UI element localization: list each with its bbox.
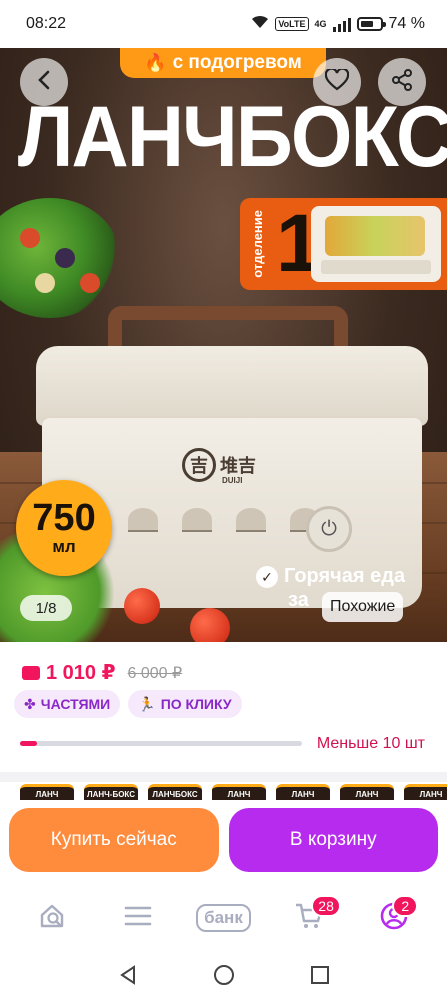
power-button-icon: ⏻ xyxy=(306,506,352,552)
compartment-banner: отделение 1 xyxy=(240,198,447,290)
current-price: 1 010 ₽ xyxy=(46,662,116,684)
battery-icon xyxy=(356,17,386,31)
tab-catalog[interactable] xyxy=(108,893,168,943)
product-image-carousel[interactable]: 🔥 с подогревом ЛАНЧБОКС отделение 1 吉堆吉 … xyxy=(0,48,447,642)
price-row: 1 010 ₽ 6 000 ₽ xyxy=(22,660,182,685)
favorite-button[interactable] xyxy=(313,58,361,106)
system-nav-bar xyxy=(0,956,447,1000)
stock-label: Меньше 10 шт xyxy=(316,735,425,752)
running-icon: 🏃 xyxy=(138,695,156,712)
compartment-label: отделение xyxy=(250,210,265,278)
product-title-overlay: ЛАНЧБОКС xyxy=(17,89,447,185)
compartment-number: 1 xyxy=(276,198,322,289)
heart-icon xyxy=(324,67,350,96)
tab-home[interactable] xyxy=(23,893,83,943)
chip-installments[interactable]: ✤ ЧАСТЯМИ xyxy=(14,690,121,718)
network-type: 4G xyxy=(314,19,327,29)
puzzle-icon: ✤ xyxy=(24,695,36,712)
tab-profile[interactable]: 2 xyxy=(364,893,424,943)
old-price: 6 000 ₽ xyxy=(127,664,183,682)
wifi-icon xyxy=(251,15,269,34)
back-button[interactable] xyxy=(20,58,68,106)
status-time: 08:22 xyxy=(26,15,67,32)
volume-badge: 750 мл xyxy=(16,480,112,576)
cart-count-badge: 28 xyxy=(311,895,341,917)
chip-one-click[interactable]: 🏃 ПО КЛИКУ xyxy=(128,690,242,718)
bottom-tab-bar: банк 28 2 xyxy=(0,880,447,956)
check-icon: ✓ xyxy=(256,565,278,588)
salad-image xyxy=(0,198,120,318)
nav-recents-icon[interactable] xyxy=(310,965,330,991)
nav-back-icon[interactable] xyxy=(118,965,138,991)
mini-lunchbox-image xyxy=(311,206,441,282)
promo-label: с подогревом xyxy=(172,52,302,73)
volte-label: VoLTE xyxy=(275,17,309,31)
lunchbox-mode-icons xyxy=(128,508,320,532)
profile-notification-badge: 2 xyxy=(392,895,419,917)
tab-cart[interactable]: 28 xyxy=(279,893,341,943)
stock-progress-bar xyxy=(20,741,302,746)
tomato-image xyxy=(124,588,160,624)
battery-percent: 74 % xyxy=(388,15,425,32)
nav-home-icon[interactable] xyxy=(213,964,235,992)
home-search-icon xyxy=(38,901,68,936)
status-icons: VoLTE 4G 74 % xyxy=(251,15,425,34)
payment-chips: ✤ ЧАСТЯМИ 🏃 ПО КЛИКУ xyxy=(14,690,242,718)
signal-icon xyxy=(332,16,351,32)
action-buttons: Купить сейчас В корзину xyxy=(0,800,447,880)
bank-label: банк xyxy=(196,904,251,932)
tomato-image xyxy=(190,608,230,642)
section-divider xyxy=(0,772,447,782)
status-bar: 08:22 VoLTE 4G 74 % xyxy=(0,0,447,48)
menu-icon xyxy=(124,905,152,932)
image-pager: 1/8 xyxy=(20,595,72,621)
wallet-icon xyxy=(22,665,40,680)
buy-now-button[interactable]: Купить сейчас xyxy=(9,808,219,872)
similar-button[interactable]: Похожие xyxy=(322,592,404,622)
chevron-left-icon xyxy=(37,70,51,95)
share-icon xyxy=(391,68,413,96)
promo-pill: 🔥 с подогревом xyxy=(120,48,326,78)
lunchbox-lid xyxy=(36,346,428,426)
volume-value: 750 xyxy=(32,497,96,539)
flame-icon: 🔥 xyxy=(144,52,167,73)
brand-logo: 吉堆吉 DUIJI xyxy=(182,448,256,485)
add-to-cart-button[interactable]: В корзину xyxy=(228,808,438,872)
tab-bank[interactable]: банк xyxy=(193,893,253,943)
volume-unit: мл xyxy=(52,537,76,556)
share-button[interactable] xyxy=(378,58,426,106)
brand-logo-mark: 吉 xyxy=(182,448,216,482)
